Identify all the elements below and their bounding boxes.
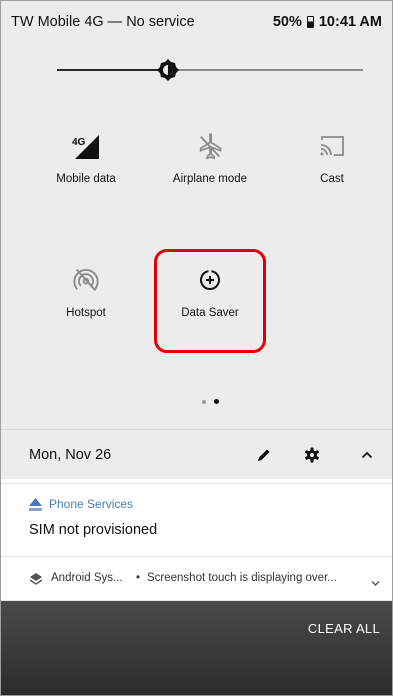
- notification-text: Screenshot touch is displaying over...: [147, 572, 337, 584]
- android-system-layers-icon: [29, 572, 43, 591]
- signal-4g-icon: 4G: [31, 129, 141, 163]
- tile-label: Airplane mode: [172, 173, 248, 185]
- notification-phone-services[interactable]: Phone Services SIM not provisioned: [1, 483, 392, 551]
- notification-title: SIM not provisioned: [29, 522, 158, 538]
- expand-chevron-down-icon[interactable]: [371, 574, 380, 592]
- page-indicator: [200, 391, 221, 409]
- tile-mobile-data[interactable]: 4G Mobile data: [31, 129, 141, 185]
- brightness-track-filled: [57, 69, 163, 71]
- tile-label: Hotspot: [66, 307, 106, 319]
- data-saver-highlight-box: [154, 249, 266, 353]
- airplane-off-icon: [155, 129, 265, 163]
- screenshot-frame: TW Mobile 4G — No service 50% 10:41 AM 4…: [0, 0, 393, 696]
- signal-network-type: 4G: [72, 137, 86, 148]
- battery-icon: [306, 16, 314, 28]
- tile-label: Cast: [320, 173, 344, 185]
- date-row: Mon, Nov 26: [1, 429, 392, 479]
- date-label: Mon, Nov 26: [29, 446, 112, 463]
- notification-android-system[interactable]: Android Sys... • Screenshot touch is dis…: [1, 556, 392, 601]
- edit-pencil-icon[interactable]: [253, 444, 275, 466]
- tile-airplane-mode[interactable]: Airplane mode: [155, 129, 265, 185]
- page-dot-inactive: [202, 400, 206, 404]
- clear-all-button[interactable]: CLEAR ALL: [308, 621, 380, 636]
- brightness-slider[interactable]: [57, 57, 363, 83]
- clock: 10:41 AM: [318, 14, 382, 30]
- tile-label: Mobile data: [56, 173, 116, 185]
- notification-app-name: Phone Services: [49, 497, 134, 511]
- settings-gear-icon[interactable]: [301, 444, 323, 466]
- notification-footer: CLEAR ALL: [1, 601, 392, 695]
- battery-percent: 50%: [272, 14, 302, 30]
- quick-settings-panel: TW Mobile 4G — No service 50% 10:41 AM 4…: [1, 1, 392, 429]
- cast-icon: [277, 129, 387, 163]
- brightness-icon[interactable]: [157, 59, 179, 86]
- hotspot-off-icon: [31, 263, 141, 297]
- collapse-chevron-up-icon[interactable]: [356, 444, 378, 466]
- status-bar: TW Mobile 4G — No service 50% 10:41 AM: [1, 1, 392, 43]
- status-right: 50% 10:41 AM: [273, 14, 382, 30]
- carrier-text: TW Mobile 4G — No service: [11, 14, 195, 30]
- tile-cast[interactable]: Cast: [277, 129, 387, 185]
- phone-services-app-icon: [29, 498, 42, 517]
- brightness-track: [177, 69, 363, 71]
- notification-app-name: Android Sys...: [51, 572, 123, 584]
- notification-separator: •: [136, 572, 141, 584]
- page-dot-active: [214, 399, 220, 404]
- tile-hotspot[interactable]: Hotspot: [31, 263, 141, 319]
